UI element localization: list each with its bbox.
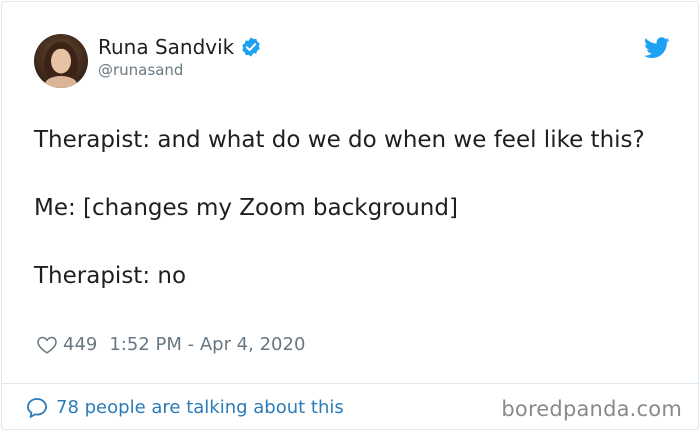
twitter-bird-icon[interactable] <box>644 37 670 59</box>
author-handle[interactable]: @runasand <box>98 60 183 80</box>
talking-link[interactable]: 78 people are talking about this <box>25 395 344 421</box>
tweet-text: Therapist: and what do we do when we fee… <box>34 124 674 292</box>
tweet-line-gap <box>34 156 674 192</box>
tweet-card: Runa Sandvik @runasand Therapist: and wh… <box>1 1 699 430</box>
timestamp[interactable]: 1:52 PM - Apr 4, 2020 <box>109 332 305 358</box>
author-name[interactable]: Runa Sandvik <box>98 35 262 59</box>
tweet-line: Therapist: no <box>34 263 187 289</box>
heart-icon[interactable] <box>36 334 58 356</box>
divider <box>2 383 698 384</box>
tweet-line: Me: [changes my Zoom background] <box>34 195 458 221</box>
watermark: boredpanda.com <box>501 397 682 421</box>
speech-bubble-icon <box>25 396 49 420</box>
like-count[interactable]: 449 <box>63 332 97 358</box>
talking-text[interactable]: 78 people are talking about this <box>56 395 344 421</box>
tweet-line-gap <box>34 224 674 260</box>
tweet-line: Therapist: and what do we do when we fee… <box>34 127 645 153</box>
avatar[interactable] <box>34 34 88 88</box>
author-name-text[interactable]: Runa Sandvik <box>98 35 234 59</box>
tweet-meta: 449 1:52 PM - Apr 4, 2020 <box>36 332 305 358</box>
verified-badge-icon <box>240 36 262 58</box>
